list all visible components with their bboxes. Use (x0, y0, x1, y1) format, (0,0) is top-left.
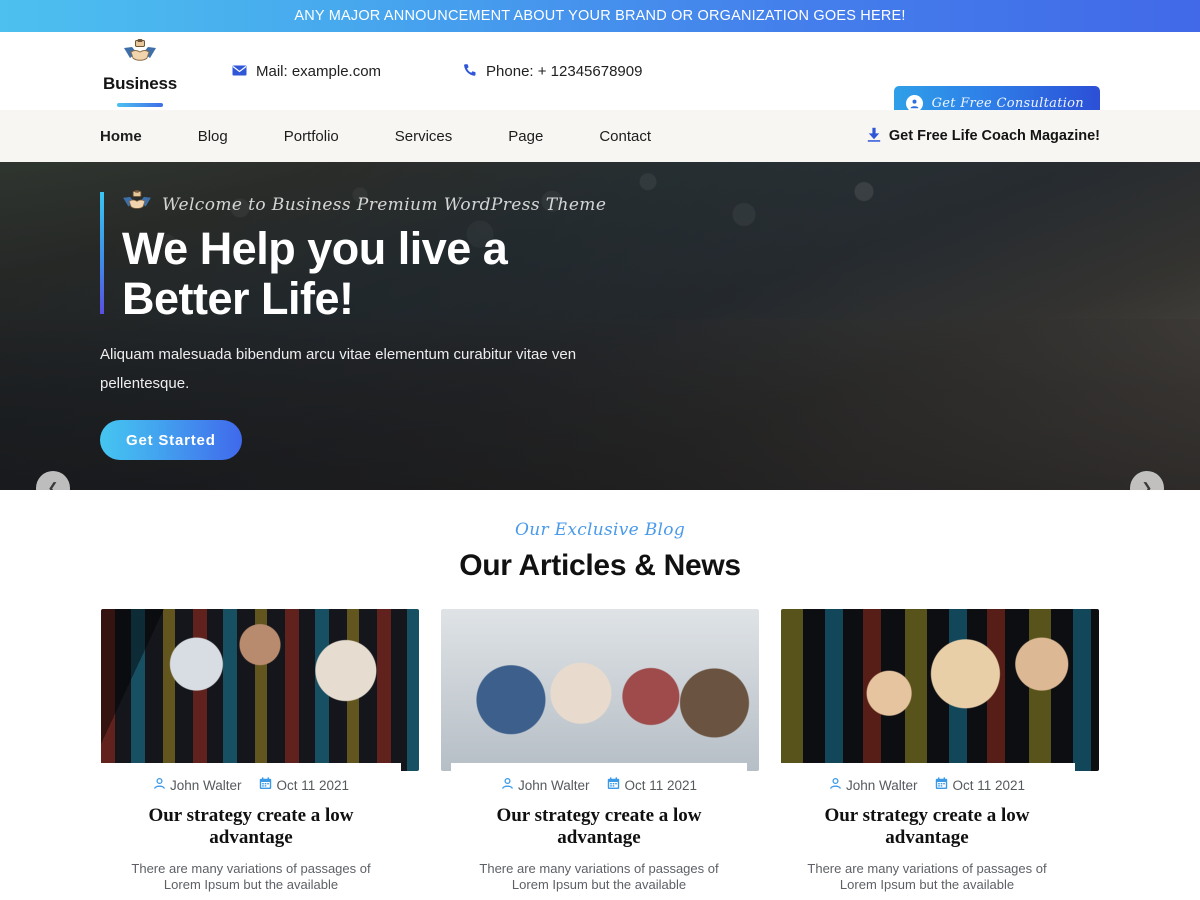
header-mail-text: Mail: example.com (256, 62, 382, 80)
nav-item-portfolio[interactable]: Portfolio (284, 128, 367, 145)
blog-card-title[interactable]: Our strategy create a low advantage (467, 805, 731, 849)
blog-card-date-text: Oct 11 2021 (952, 777, 1026, 793)
nav-item-page[interactable]: Page (508, 128, 571, 145)
blog-card-title[interactable]: Our strategy create a low advantage (795, 805, 1059, 849)
blog-card-meta: John Walter Oct 11 2021 (467, 777, 731, 793)
blog-card-meta: John Walter Oct 11 2021 (117, 777, 385, 793)
blog-card-body: John Walter Oct 11 2021 Our strategy cre… (779, 763, 1075, 900)
hero-title-line2: Better Life! (122, 273, 354, 324)
blog-eyebrow: Our Exclusive Blog (515, 520, 685, 540)
blog-card-title[interactable]: Our strategy create a low advantage (117, 805, 385, 849)
main-navigation: Home Blog Portfolio Services Page Contac… (0, 110, 1200, 162)
nav-item-services[interactable]: Services (395, 128, 481, 145)
blog-card-body: John Walter Oct 11 2021 Our strategy cre… (101, 763, 401, 900)
blog-card-date: Oct 11 2021 (935, 777, 1025, 793)
blog-card-body: John Walter Oct 11 2021 Our strategy cre… (451, 763, 747, 900)
blog-card-date-text: Oct 11 2021 (276, 777, 350, 793)
handshake-briefcase-icon (123, 39, 157, 73)
announcement-bar: ANY MAJOR ANNOUNCEMENT ABOUT YOUR BRAND … (0, 0, 1200, 32)
blog-card[interactable]: John Walter Oct 11 2021 Our strategy cre… (779, 609, 1099, 900)
user-circle-icon (905, 94, 923, 112)
calendar-icon (607, 777, 620, 793)
blog-card-author: John Walter (153, 777, 242, 793)
chevron-right-icon: ❯ (1141, 480, 1153, 490)
get-free-magazine-link[interactable]: Get Free Life Coach Magazine! (867, 127, 1100, 146)
nav-item-contact[interactable]: Contact (599, 128, 679, 145)
envelope-icon (232, 64, 247, 78)
blog-card-list: John Walter Oct 11 2021 Our strategy cre… (0, 609, 1200, 900)
blog-card-meta: John Walter Oct 11 2021 (795, 777, 1059, 793)
get-started-button[interactable]: Get Started (100, 420, 242, 460)
blog-card-date: Oct 11 2021 (259, 777, 349, 793)
person-icon (153, 777, 166, 793)
nav-menu: Home Blog Portfolio Services Page Contac… (100, 128, 707, 145)
hero-description: Aliquam malesuada bibendum arcu vitae el… (100, 346, 577, 392)
hero-title-line1: We Help you live a (122, 223, 508, 274)
phone-icon (463, 63, 477, 79)
get-free-magazine-label: Get Free Life Coach Magazine! (888, 128, 1100, 144)
brand-name: Business (103, 74, 177, 93)
download-icon (867, 127, 881, 146)
blog-card-excerpt: There are many variations of passages of… (131, 861, 371, 892)
nav-item-home[interactable]: Home (100, 128, 170, 145)
blog-card-excerpt: There are many variations of passages of… (807, 861, 1047, 892)
nav-item-blog[interactable]: Blog (198, 128, 256, 145)
get-free-consultation-label: Get Free Consultation (931, 95, 1084, 111)
blog-card[interactable]: John Walter Oct 11 2021 Our strategy cre… (101, 609, 419, 900)
header-mail-item[interactable]: Mail: example.com (232, 63, 381, 80)
blog-card-image (101, 609, 419, 771)
hero-accent-bar (100, 192, 104, 314)
blog-card-excerpt: There are many variations of passages of… (479, 861, 719, 892)
hero-tagline: Welcome to Business Premium WordPress Th… (162, 195, 607, 215)
blog-card-image (441, 609, 759, 771)
calendar-icon (935, 777, 948, 793)
blog-heading: Our Articles & News (459, 549, 741, 582)
header-phone-text: Phone: + 12345678909 (486, 62, 643, 80)
blog-card-date-text: Oct 11 2021 (624, 777, 698, 793)
site-header: Business Mail: example.com Phone: + 1234… (0, 32, 1200, 120)
blog-card-image (781, 609, 1099, 771)
chevron-left-icon: ❮ (47, 480, 59, 490)
announcement-text: ANY MAJOR ANNOUNCEMENT ABOUT YOUR BRAND … (294, 8, 906, 24)
blog-card-author: John Walter (829, 777, 918, 793)
hero-title: We Help you live a Better Life! (100, 224, 640, 324)
blog-card-author-name: John Walter (845, 777, 918, 793)
header-contact-block: Mail: example.com Phone: + 12345678909 (232, 63, 642, 80)
hero-content: Welcome to Business Premium WordPress Th… (0, 162, 640, 460)
brand-underline (117, 103, 163, 107)
handshake-briefcase-icon (122, 190, 152, 220)
blog-section: Our Exclusive Blog Our Articles & News J… (0, 490, 1200, 900)
blog-card[interactable]: John Walter Oct 11 2021 Our strategy cre… (441, 609, 759, 900)
brand-logo-block[interactable]: Business (100, 39, 180, 107)
blog-card-date: Oct 11 2021 (607, 777, 697, 793)
header-phone-item[interactable]: Phone: + 12345678909 (463, 63, 642, 80)
blog-card-author-name: John Walter (517, 777, 590, 793)
blog-card-author-name: John Walter (169, 777, 242, 793)
person-icon (501, 777, 514, 793)
calendar-icon (259, 777, 272, 793)
hero-tagline-row: Welcome to Business Premium WordPress Th… (100, 190, 640, 220)
blog-card-author: John Walter (501, 777, 590, 793)
hero-slider: Welcome to Business Premium WordPress Th… (0, 162, 1200, 490)
person-icon (829, 777, 842, 793)
